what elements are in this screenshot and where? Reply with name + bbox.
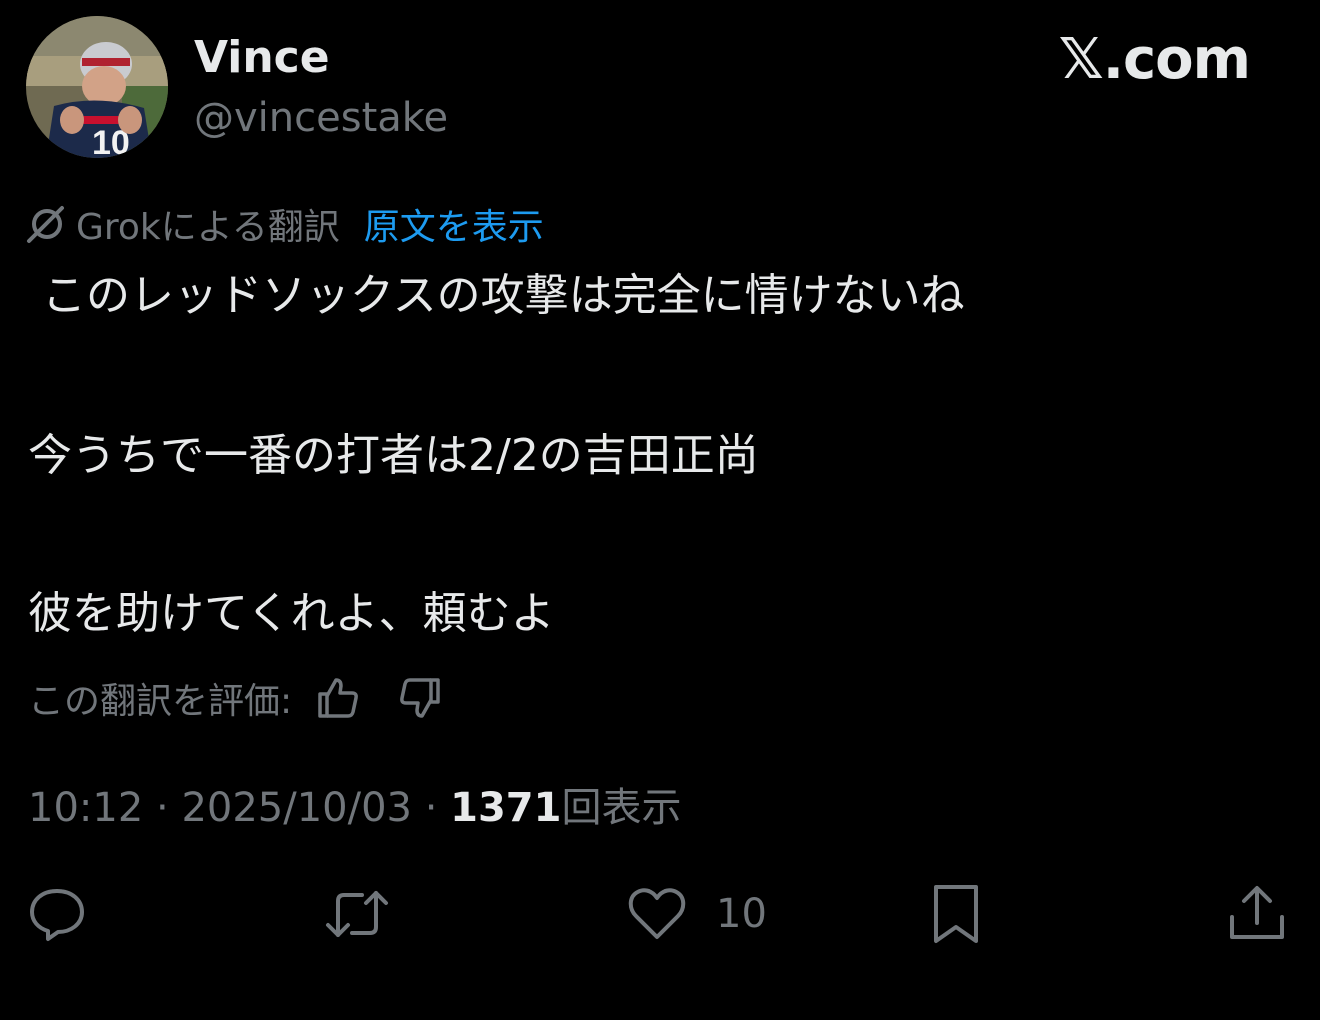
avatar-image: 10 bbox=[26, 16, 168, 158]
tweet-text-line: 彼を助けてくれよ、頼むよ bbox=[28, 588, 555, 639]
reply-icon bbox=[30, 889, 84, 941]
share-button[interactable] bbox=[1226, 882, 1288, 946]
views-count: 1371 bbox=[450, 785, 562, 831]
bookmark-icon bbox=[934, 885, 978, 943]
meta-separator: · bbox=[143, 785, 182, 831]
tweet-date[interactable]: 2025/10/03 bbox=[181, 785, 412, 831]
rate-translation-label: この翻訳を評価: bbox=[28, 681, 293, 722]
share-icon bbox=[1230, 886, 1284, 939]
views-label: 回表示 bbox=[561, 785, 682, 831]
rate-translation: この翻訳を評価: bbox=[28, 672, 444, 724]
grok-translation-label: Grokによる翻訳 bbox=[76, 207, 340, 248]
like-count: 10 bbox=[716, 891, 767, 937]
reply-button[interactable] bbox=[26, 882, 88, 946]
site-logo: 𝕏.com bbox=[1058, 27, 1251, 92]
tweet-text-line: 今うちで一番の打者は2/2の吉田正尚 bbox=[28, 430, 759, 481]
show-original-link[interactable]: 原文を表示 bbox=[364, 198, 544, 250]
thumbs-down-icon[interactable] bbox=[396, 674, 444, 722]
author-handle[interactable]: @vincestake bbox=[194, 92, 448, 144]
meta-separator: · bbox=[411, 785, 451, 831]
translation-banner: Grokによる翻訳 原文を表示 bbox=[26, 200, 544, 248]
tweet-text-line: このレッドソックスの攻撃は完全に情けないね bbox=[42, 270, 965, 321]
bookmark-button[interactable] bbox=[930, 882, 982, 946]
grok-icon bbox=[27, 206, 64, 243]
heart-icon bbox=[628, 888, 686, 939]
tweet-time[interactable]: 10:12 bbox=[28, 785, 143, 831]
author-display-name[interactable]: Vince bbox=[194, 30, 330, 86]
like-button[interactable]: 10 bbox=[626, 882, 767, 946]
tweet-meta: 10:12 · 2025/10/03 · 1371回表示 bbox=[28, 782, 681, 834]
retweet-button[interactable] bbox=[324, 882, 390, 946]
avatar[interactable]: 10 bbox=[26, 16, 168, 158]
retweet-icon bbox=[326, 891, 388, 937]
thumbs-up-icon[interactable] bbox=[314, 674, 362, 722]
